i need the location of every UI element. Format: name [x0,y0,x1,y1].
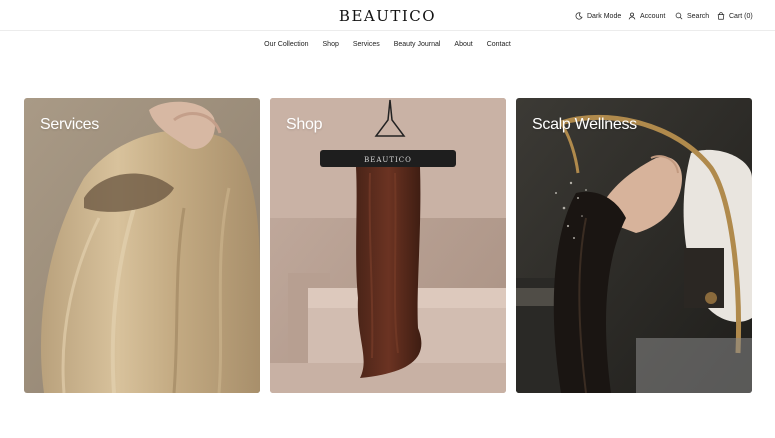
hair-extension-photo [24,98,260,393]
brand-wordmark[interactable]: BEAUTICO [339,7,436,25]
nav-item-beauty-journal[interactable]: Beauty Journal [394,41,441,48]
scalp-wellness-card-title: Scalp Wellness [532,116,637,133]
shop-card[interactable]: BEAUTICO Shop [270,98,506,393]
dark-mode-toggle[interactable]: Dark Mode [575,10,621,22]
nav-item-about[interactable]: About [454,41,472,48]
main-navigation: Our Collection Shop Services Beauty Jour… [0,41,775,48]
services-card-title: Services [40,116,99,133]
scalp-wellness-card[interactable]: Scalp Wellness [516,98,752,393]
search-icon [675,12,683,20]
dark-mode-label: Dark Mode [587,12,622,20]
services-card[interactable]: Services [24,98,260,393]
cart-button[interactable]: Cart (0) [717,10,753,22]
nav-item-shop[interactable]: Shop [323,41,339,48]
hanging-hair-extension-photo: BEAUTICO [270,98,506,393]
account-link[interactable]: Account [628,10,665,22]
user-icon [628,12,636,20]
shopping-bag-icon [717,12,725,20]
account-label: Account [640,12,666,20]
cart-label: Cart (0) [729,12,753,20]
moon-icon [575,12,583,20]
search-button[interactable]: Search [675,10,709,22]
search-label: Search [687,12,710,20]
hanger-brand-label: BEAUTICO [364,156,412,164]
nav-item-services[interactable]: Services [353,41,380,48]
nav-item-our-collection[interactable]: Our Collection [264,41,308,48]
hair-wash-photo [516,98,752,393]
shop-card-title: Shop [286,116,323,133]
site-header: BEAUTICO Dark Mode Account Search Cart (… [0,0,775,31]
nav-item-contact[interactable]: Contact [487,41,511,48]
